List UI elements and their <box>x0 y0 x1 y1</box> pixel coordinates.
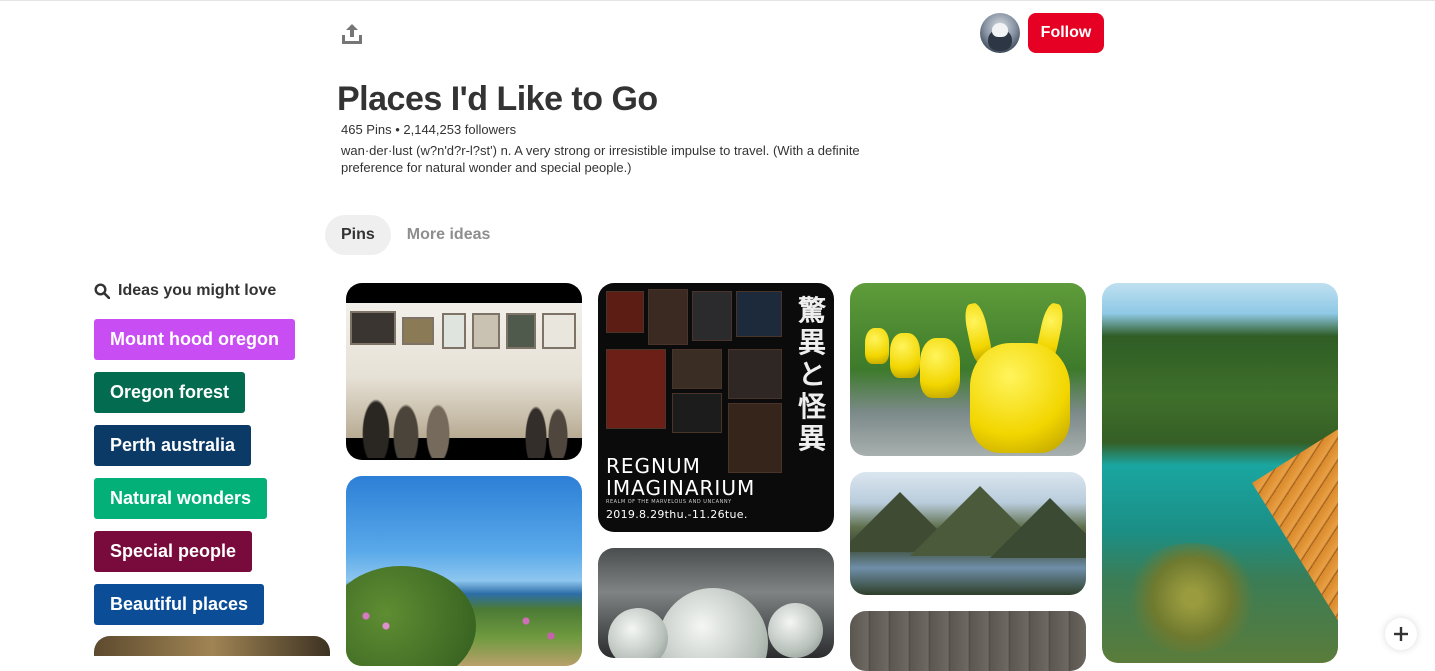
share-upload-icon <box>342 24 362 44</box>
share-button[interactable] <box>337 18 367 50</box>
idea-chip-oregon-forest[interactable]: Oregon forest <box>94 372 246 413</box>
pin-image <box>346 303 582 458</box>
idea-chip-natural-wonders[interactable]: Natural wonders <box>94 478 268 519</box>
pin-wooden-structure[interactable] <box>850 611 1086 671</box>
idea-chip-special-people[interactable]: Special people <box>94 531 253 572</box>
search-icon <box>94 283 110 299</box>
idea-chip-mount-hood-oregon[interactable]: Mount hood oregon <box>94 319 295 360</box>
tab-more-ideas[interactable]: More ideas <box>391 215 507 255</box>
pin-museum-gallery[interactable] <box>346 283 582 460</box>
follow-button[interactable]: Follow <box>1028 13 1104 53</box>
idea-chip-beautiful-places[interactable]: Beautiful places <box>94 584 265 625</box>
poster-title-line2: IMAGINARIUM <box>606 476 756 500</box>
poster-text: REGNUM IMAGINARIUM REALM OF THE MARVELOU… <box>606 455 756 521</box>
board-description: wan·der·lust (w?n'd?r-l?st') n. A very s… <box>341 143 860 175</box>
plus-icon <box>1394 627 1408 641</box>
board-title: Places I'd Like to Go <box>337 80 658 118</box>
board-tabs: Pins More ideas <box>325 215 506 255</box>
poster-title-line1: REGNUM <box>606 454 701 478</box>
ideas-heading-label: Ideas you might love <box>118 282 277 299</box>
idea-chip-perth-australia[interactable]: Perth australia <box>94 425 252 466</box>
ideas-heading: Ideas you might love <box>94 282 276 300</box>
pin-yellow-figures[interactable] <box>850 283 1086 456</box>
poster-dates: 2019.8.29thu.-11.26tue. <box>606 508 748 521</box>
pin-glass-spheres[interactable] <box>598 548 834 658</box>
pin-coastal-trail[interactable] <box>346 476 582 666</box>
pin-mountain-fjord[interactable] <box>850 472 1086 595</box>
idea-image-card[interactable] <box>94 636 330 656</box>
top-divider <box>0 0 1435 1</box>
ideas-list: Mount hood oregon Oregon forest Perth au… <box>94 319 295 637</box>
tab-pins[interactable]: Pins <box>325 215 391 255</box>
board-stats: 465 Pins • 2,144,253 followers <box>341 122 517 137</box>
pin-lagoon-dock[interactable] <box>1102 283 1338 663</box>
pin-exhibition-poster[interactable]: 驚異と怪異 REGNUM IMAGINARIUM REALM OF THE MA… <box>598 283 834 532</box>
add-pin-button[interactable] <box>1385 618 1417 650</box>
poster-japanese-title: 驚異と怪異 <box>797 294 826 455</box>
avatar[interactable] <box>980 13 1020 53</box>
